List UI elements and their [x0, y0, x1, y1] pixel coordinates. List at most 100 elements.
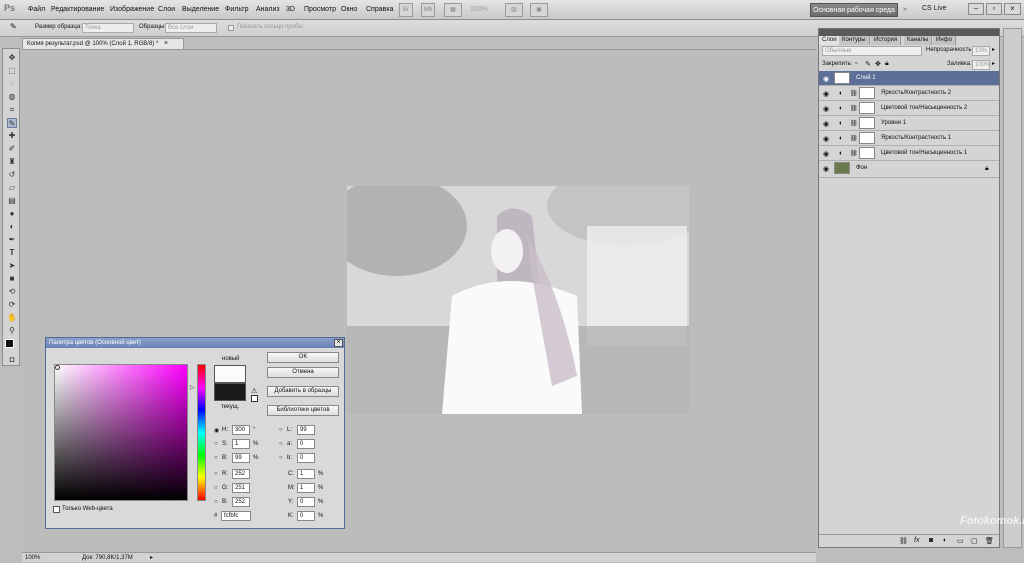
status-menu-arrow-icon[interactable]: ▸ [150, 554, 153, 561]
h-field[interactable]: 300 [232, 425, 250, 435]
samples-select[interactable]: Все слои [165, 23, 217, 33]
delete-layer-icon[interactable]: 🗑︎ [985, 537, 994, 545]
new-group-icon[interactable]: ▭ [957, 537, 964, 545]
hue-slider[interactable] [197, 364, 206, 501]
show-ring-checkbox[interactable] [228, 25, 234, 31]
arrange-documents-button[interactable]: ▥ [505, 3, 523, 17]
pen-tool-icon[interactable]: ✒ [7, 235, 17, 245]
color-field-marker[interactable] [55, 365, 60, 370]
minibridge-button[interactable]: Mb [421, 3, 435, 17]
lock-all-icon[interactable]: 🔒︎ [885, 60, 889, 68]
zoom-tool-icon[interactable]: ⚲ [7, 326, 17, 336]
visibility-eye-icon[interactable]: ◉ [823, 105, 829, 113]
layer-name[interactable]: Цветовой тон/Насыщенность 2 [881, 105, 967, 111]
layer-name[interactable]: Цветовой тон/Насыщенность 1 [881, 150, 967, 156]
menu-select[interactable]: Выделение [182, 6, 219, 13]
k-field[interactable]: 0 [297, 511, 315, 521]
clone-stamp-tool-icon[interactable]: ♜ [7, 157, 17, 167]
current-color-swatch[interactable] [214, 383, 246, 401]
lock-position-icon[interactable]: ✥ [875, 60, 881, 68]
add-to-swatches-button[interactable]: Добавить в образцы [267, 386, 339, 397]
opacity-input[interactable]: 10% [972, 46, 990, 56]
quick-mask-icon[interactable]: ◘ [7, 355, 17, 365]
eyedropper-tool-icon[interactable]: ✎ [7, 118, 17, 128]
visibility-eye-icon[interactable]: ◉ [823, 135, 829, 143]
visibility-eye-icon[interactable]: ◉ [823, 90, 829, 98]
document-image[interactable] [347, 186, 689, 414]
tab-history[interactable]: История [871, 36, 902, 45]
document-tab[interactable]: Копия результат.psd @ 100% (Слой 1, RGB/… [22, 38, 184, 49]
layer-name[interactable]: Уровни 1 [881, 120, 906, 126]
layer-row[interactable]: ◉ ◐ ⛓︎ Яркость/Контрастность 1 [819, 131, 999, 146]
hex-field[interactable]: fcfbfc [221, 511, 251, 521]
lock-transparency-icon[interactable]: ▫ [855, 60, 857, 67]
foreground-color-swatch[interactable] [5, 339, 14, 348]
blue-field[interactable]: 252 [232, 497, 250, 507]
history-brush-tool-icon[interactable]: ↺ [7, 170, 17, 180]
r-radio-icon[interactable]: ○ [214, 471, 218, 477]
close-button[interactable]: × [1004, 3, 1021, 15]
a-field[interactable]: 0 [297, 439, 315, 449]
new-adjustment-icon[interactable]: ◐ [943, 537, 947, 544]
tab-info[interactable]: Инфо [933, 36, 956, 45]
web-safe-cube-icon[interactable] [251, 395, 258, 402]
menu-help[interactable]: Справка [366, 6, 393, 13]
crop-tool-icon[interactable]: ⌗ [7, 105, 17, 115]
lab-b-radio-icon[interactable]: ○ [279, 455, 283, 461]
lock-pixels-icon[interactable]: ✎ [865, 60, 871, 68]
layer-row[interactable]: ◉ ◐ ⛓︎ Цветовой тон/Насыщенность 2 [819, 101, 999, 116]
menu-analysis[interactable]: Анализ [256, 6, 280, 13]
layer-name[interactable]: Слой 1 [856, 75, 876, 81]
type-tool-icon[interactable]: T [7, 248, 17, 258]
3d-orbit-tool-icon[interactable]: ⟳ [7, 300, 17, 310]
move-tool-icon[interactable]: ✥ [7, 53, 17, 63]
layer-row[interactable]: ◉ Фон 🔒︎ [819, 161, 999, 178]
visibility-eye-icon[interactable]: ◉ [823, 120, 829, 128]
menu-image[interactable]: Изображение [110, 6, 154, 13]
layer-name[interactable]: Яркость/Контрастность 1 [881, 135, 951, 141]
tab-channels[interactable]: Каналы [904, 36, 933, 45]
layer-row[interactable]: ◉ ◐ ⛓︎ Уровни 1 [819, 116, 999, 131]
h-radio-icon[interactable]: ◉ [214, 427, 219, 434]
layer-name[interactable]: Фон [856, 165, 867, 171]
l-radio-icon[interactable]: ○ [279, 427, 283, 433]
dialog-close-icon[interactable]: × [334, 339, 343, 347]
document-close-icon[interactable]: × [164, 40, 168, 47]
menu-edit[interactable]: Редактирование [51, 6, 104, 13]
minimize-button[interactable]: – [968, 3, 984, 15]
a-radio-icon[interactable]: ○ [279, 441, 283, 447]
panel-header[interactable] [819, 29, 999, 36]
tab-layers[interactable]: Слои [819, 36, 841, 45]
zoom-level[interactable]: 100% [470, 6, 488, 13]
fill-arrow-icon[interactable]: ▸ [992, 60, 995, 67]
l-field[interactable]: 99 [297, 425, 315, 435]
s-field[interactable]: 1 [232, 439, 250, 449]
r-field[interactable]: 252 [232, 469, 250, 479]
workspace-switcher[interactable]: Основная рабочая среда [810, 3, 898, 17]
visibility-eye-icon[interactable]: ◉ [823, 165, 829, 173]
menu-view[interactable]: Просмотр [304, 6, 336, 13]
sample-size-select[interactable]: Точка [82, 23, 134, 33]
layer-row[interactable]: ◉ ◐ ⛓︎ Яркость/Контрастность 2 [819, 86, 999, 101]
eyedropper-tool-icon[interactable]: ✎ [10, 22, 17, 31]
layer-row[interactable]: ◉ ◐ ⛓︎ Цветовой тон/Насыщенность 1 [819, 146, 999, 161]
lasso-tool-icon[interactable]: ◌ [7, 79, 17, 89]
layer-name[interactable]: Яркость/Контрастность 2 [881, 90, 951, 96]
color-libraries-button[interactable]: Библиотеки цветов [267, 405, 339, 416]
more-workspaces-icon[interactable]: » [903, 6, 907, 13]
new-layer-icon[interactable]: ▢ [971, 537, 978, 545]
dodge-tool-icon[interactable]: ◐ [7, 222, 17, 232]
menu-window[interactable]: Окно [341, 6, 357, 13]
fill-input[interactable]: 100% [972, 60, 990, 70]
fx-icon[interactable]: fx [914, 537, 919, 544]
quick-select-tool-icon[interactable]: ◍ [7, 92, 17, 102]
gradient-tool-icon[interactable]: ▤ [7, 196, 17, 206]
hue-slider-left-arrow-icon[interactable]: ▷ [190, 384, 195, 391]
menu-layers[interactable]: Слои [158, 6, 175, 13]
status-zoom[interactable]: 100% [25, 555, 40, 561]
visibility-eye-icon[interactable]: ◉ [823, 150, 829, 158]
eraser-tool-icon[interactable]: ▱ [7, 183, 17, 193]
lab-b-field[interactable]: 0 [297, 453, 315, 463]
c-field[interactable]: 1 [297, 469, 315, 479]
view-extras-button[interactable]: ▦ [444, 3, 462, 17]
